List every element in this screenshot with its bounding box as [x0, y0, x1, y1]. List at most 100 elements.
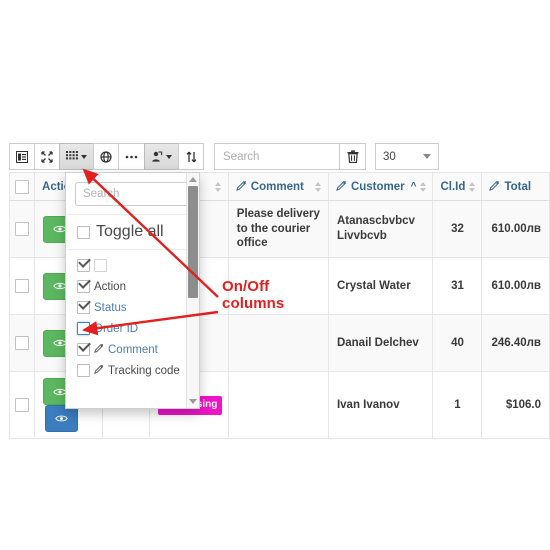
sort-updown-icon [186, 151, 197, 163]
card-view-button[interactable] [9, 143, 35, 170]
header-customer-label: Customer [350, 180, 405, 193]
header-comment-label: Comment [250, 180, 304, 193]
row-checkbox[interactable] [15, 278, 30, 293]
column-options-list: Action Status Order ID Comment Tracking … [66, 250, 199, 381]
row-select-cell[interactable] [8, 371, 36, 440]
header-clid-label: Cl.Id [440, 180, 466, 193]
column-option-tracking-code[interactable]: Tracking code [66, 360, 199, 381]
row-customer-cell: Crystal Water [327, 257, 434, 316]
row-clid-cell: 1 [432, 371, 483, 440]
row-comment-cell [227, 314, 329, 373]
sort-asc-icon: ^ [410, 181, 417, 192]
globe-button[interactable] [93, 143, 119, 170]
toolbar-button-group [9, 143, 204, 170]
column-option-action[interactable]: Action [66, 276, 199, 297]
column-option-blank[interactable] [66, 255, 199, 276]
more-button[interactable] [118, 143, 145, 170]
column-option-comment[interactable]: Comment [66, 339, 199, 360]
row-checkbox[interactable] [15, 221, 30, 236]
toggle-all-checkbox[interactable] [77, 225, 90, 239]
row-comment-cell: Please delivery to the courier office [227, 199, 329, 259]
annotation-label: On/Off columns [222, 278, 285, 313]
column-option-status[interactable]: Status [66, 297, 199, 318]
clear-search-button[interactable] [339, 143, 366, 170]
column-option-label: Status [94, 301, 127, 314]
grid-columns-icon [66, 151, 78, 162]
row-clid-cell: 32 [432, 199, 483, 259]
sort-indicator[interactable] [314, 181, 321, 192]
blank-label-box [94, 259, 107, 272]
row-total-cell: 610.00лв [481, 199, 550, 259]
toggle-all-label: Toggle all [96, 223, 164, 240]
edit-icon [336, 180, 347, 194]
app-canvas: 30 Action [0, 0, 550, 550]
sort-indicator[interactable] [469, 181, 476, 192]
column-checkbox[interactable] [77, 280, 90, 293]
table-toolbar: 30 [9, 143, 439, 170]
row-total-cell: 246.40лв [481, 314, 550, 373]
row-customer-cell: Atanascbvbcv Livvbcvb [327, 199, 434, 259]
column-option-order-id[interactable]: Order ID [66, 318, 199, 339]
page-size-select[interactable]: 30 [375, 143, 439, 170]
edit-order-button[interactable] [45, 405, 79, 433]
trash-icon [347, 150, 359, 163]
column-search-input[interactable] [75, 182, 190, 206]
header-comment[interactable]: Comment [227, 172, 329, 201]
chevron-down-icon [423, 154, 431, 159]
row-comment-cell [227, 371, 329, 440]
row-select-cell[interactable] [8, 314, 36, 373]
export-icon [151, 150, 163, 163]
row-select-cell[interactable] [8, 257, 36, 316]
column-option-label: Comment [108, 343, 158, 356]
row-checkbox[interactable] [15, 397, 30, 412]
sort-indicator[interactable] [420, 181, 427, 192]
row-select-cell[interactable] [8, 199, 36, 259]
row-clid-cell: 40 [432, 314, 483, 373]
row-clid-cell: 31 [432, 257, 483, 316]
columns-dropdown-panel: Toggle all Action Status Order ID [65, 172, 200, 409]
toggle-all-row[interactable]: Toggle all [66, 215, 199, 250]
row-checkbox[interactable] [15, 335, 30, 350]
edit-icon [489, 180, 500, 194]
scroll-down-icon[interactable] [189, 399, 197, 404]
select-all-checkbox[interactable] [15, 179, 30, 194]
chevron-down-icon [166, 154, 172, 159]
header-customer[interactable]: Customer ^ [327, 172, 434, 201]
edit-icon [94, 343, 104, 356]
card-view-icon [16, 150, 28, 163]
row-customer-cell: Danail Delchev [327, 314, 434, 373]
scrollbar-thumb[interactable] [188, 186, 198, 298]
row-total-cell: 610.00лв [481, 257, 550, 316]
scroll-up-icon[interactable] [189, 177, 197, 182]
edit-icon [94, 364, 104, 377]
search-group [214, 143, 366, 170]
sort-button[interactable] [178, 143, 204, 170]
column-option-label: Tracking code [108, 364, 180, 377]
dropdown-scrollbar[interactable] [186, 173, 199, 408]
page-size-value: 30 [383, 150, 396, 163]
row-total-cell: $106.0 [481, 371, 550, 440]
header-total[interactable]: Total [481, 172, 550, 201]
column-option-label: Action [94, 280, 126, 293]
chevron-down-icon [81, 154, 87, 159]
dropdown-search-row [66, 173, 199, 215]
column-checkbox[interactable] [77, 301, 90, 314]
edit-icon [235, 180, 247, 194]
column-checkbox[interactable] [77, 322, 90, 335]
column-option-label: Order ID [94, 322, 139, 335]
columns-button[interactable] [59, 143, 94, 170]
column-checkbox[interactable] [77, 259, 90, 272]
export-button[interactable] [144, 143, 179, 170]
globe-icon [100, 150, 112, 163]
ellipsis-icon [125, 155, 138, 159]
search-input[interactable] [214, 143, 339, 170]
sort-indicator[interactable] [214, 181, 221, 192]
column-checkbox[interactable] [77, 343, 90, 356]
header-clid[interactable]: Cl.Id [432, 172, 483, 201]
select-all-header[interactable] [8, 172, 36, 201]
column-checkbox[interactable] [77, 364, 90, 377]
header-total-label: Total [504, 180, 532, 193]
fullscreen-expand-icon [41, 150, 53, 163]
row-customer-cell: Ivan Ivanov [327, 371, 434, 440]
fullscreen-button[interactable] [34, 143, 60, 170]
